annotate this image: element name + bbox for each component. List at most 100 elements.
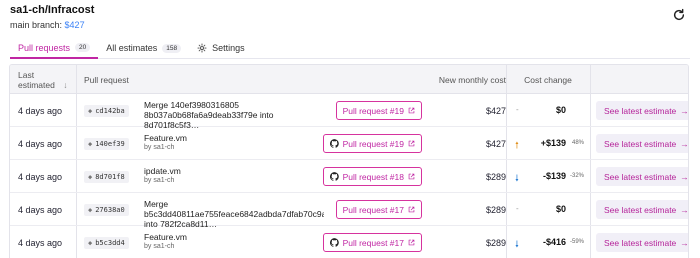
table-row: 4 days ago ◆ cd142ba Merge 140ef3980316805 … [10,94,689,130]
column-header-cost-change: Cost change [524,74,572,85]
header-label: Last [18,69,35,80]
github-icon [329,172,339,181]
pull-request-cell: ◆ cd142ba Merge 140ef3980316805 8b037a0b68… [84,94,424,130]
branch-label: main branch: [10,20,63,30]
commit-sha[interactable]: ◆ 27638a0 [84,204,129,216]
cost-change-percent: 48% [571,140,584,146]
tab-label: Settings [212,43,245,53]
last-estimated-cell: 4 days ago [18,105,63,116]
commit-sha[interactable]: ◆ cd142ba [84,105,129,117]
pull-request-link-button[interactable]: Pull request #19 [335,101,422,120]
monthly-cost-cell: $289 [485,237,506,248]
pull-request-link-label: Pull request #19 [342,138,404,149]
commit-icon: ◆ [88,173,93,181]
arrow-right-icon: → [680,204,689,215]
pull-request-info: ipdate.vm by sa1-ch [144,166,324,186]
action-cell: See latest estimate → [590,193,689,226]
external-link-icon [408,239,415,246]
button-label: See latest estimate [604,171,677,182]
external-link-icon [408,206,415,213]
arrow-right-icon: → [680,171,689,182]
tab-pull-requests[interactable]: Pull requests 20 [10,38,99,59]
github-icon [329,139,339,148]
pull-request-info: Merge b5c3dd40811ae755feace6842adbda7dfa… [144,199,324,229]
action-cell: See latest estimate → [590,94,689,127]
pull-request-info: Feature.vm by sa1-ch [144,133,324,153]
github-icon [329,238,339,247]
no-change-dash: - [516,105,519,114]
pull-request-cell: ◆ 8d701f8 ipdate.vm by sa1-ch Pull request #… [84,160,424,193]
pull-request-link-button[interactable]: Pull request #18 [322,167,422,186]
pull-request-link-button[interactable]: Pull request #17 [322,233,422,252]
pull-request-cell: ◆ 140ef39 Feature.vm by sa1-ch Pull request … [84,127,424,160]
button-label: See latest estimate [604,204,677,215]
pull-request-title: Merge 140ef3980316805 8b037a0b68fa6a9dea… [144,100,274,130]
monthly-cost-cell: $289 [485,204,506,215]
cost-change-amount: -$139 [542,171,566,181]
branch-summary: main branch: $427 [10,20,85,30]
pull-request-author: by sa1-ch [144,144,175,151]
commit-sha[interactable]: ◆ 140ef39 [84,138,129,150]
see-latest-estimate-button[interactable]: See latest estimate → [596,233,688,252]
column-header-last-estimated[interactable]: Last estimated ↓ [18,65,80,94]
tab-label: All estimates [106,43,158,53]
pull-request-link-label: Pull request #19 [342,105,404,116]
arrow-down-icon: 🠗 [515,173,519,183]
column-header-pull-request: Pull request [84,74,129,85]
table-row: 4 days ago ◆ 27638a0 Merge b5c3dd40811ae755… [10,193,689,229]
tab-settings[interactable]: Settings [189,38,253,58]
cost-change-cell: 🠗 -$416 -59% [506,226,590,258]
tab-bar: Pull requests 20 All estimates 158 Setti… [10,38,690,59]
sort-down-icon: ↓ [63,79,68,90]
table-row: 4 days ago ◆ 140ef39 Feature.vm by sa1-ch Pul… [10,127,688,160]
cost-change-amount: $0 [555,105,566,115]
arrow-right-icon: → [680,138,689,149]
pull-request-link-label: Pull request #17 [342,204,404,215]
pull-request-info: Merge 140ef3980316805 8b037a0b68fa6a9dea… [144,100,324,130]
commit-icon: ◆ [88,239,93,247]
pull-request-link-button[interactable]: Pull request #17 [335,200,422,219]
pull-request-title: Feature.vm [144,232,187,242]
external-link-icon [408,173,415,180]
last-estimated-cell: 4 days ago [18,138,63,149]
commit-sha[interactable]: ◆ 8d701f8 [84,171,129,183]
arrow-up-icon: 🠕 [515,140,519,150]
see-latest-estimate-button[interactable]: See latest estimate → [596,167,689,186]
branch-cost: $427 [64,20,85,30]
tab-all-estimates[interactable]: All estimates 158 [98,38,189,58]
pull-request-author: by sa1-ch [144,177,175,184]
see-latest-estimate-button[interactable]: See latest estimate → [596,134,689,153]
last-estimated-cell: 4 days ago [18,204,63,215]
commit-sha[interactable]: ◆ b5c3dd4 [84,237,129,249]
cost-change-amount: +$139 [540,138,566,148]
external-link-icon [408,107,415,114]
tab-count-badge: 20 [75,43,91,52]
monthly-cost-cell: $289 [485,171,506,182]
pull-request-link-button[interactable]: Pull request #19 [322,134,422,153]
action-cell: See latest estimate → [590,160,689,193]
see-latest-estimate-button[interactable]: See latest estimate → [596,200,689,219]
refresh-icon[interactable] [672,8,686,22]
arrow-right-icon: → [680,105,689,116]
last-estimated-cell: 4 days ago [18,237,63,248]
page-header: sa1-ch/Infracost main branch: $427 [10,4,690,34]
arrow-down-icon: 🠗 [515,239,519,249]
cost-change-cell: - $0 [506,193,590,226]
cost-change-percent: -32% [569,173,584,179]
button-label: See latest estimate [604,138,677,149]
cost-change-amount: $0 [555,204,566,214]
button-label: See latest estimate [604,105,677,116]
monthly-cost-cell: $427 [485,138,506,149]
see-latest-estimate-button[interactable]: See latest estimate → [596,101,689,120]
pull-requests-table: Last estimated ↓ Pull request New monthl… [9,64,689,258]
pull-request-title: Feature.vm [144,133,187,143]
cost-change-cell: - $0 [506,94,590,127]
tab-count-badge: 158 [162,43,182,53]
no-change-dash: - [516,204,519,213]
cost-change-cell: 🠕 +$139 48% [506,127,590,160]
action-cell: See latest estimate → [590,226,688,258]
cost-change-percent: -59% [569,239,584,245]
pull-request-info: Feature.vm by sa1-ch [144,232,324,252]
last-estimated-cell: 4 days ago [18,171,63,182]
pull-request-link-label: Pull request #17 [342,237,404,248]
